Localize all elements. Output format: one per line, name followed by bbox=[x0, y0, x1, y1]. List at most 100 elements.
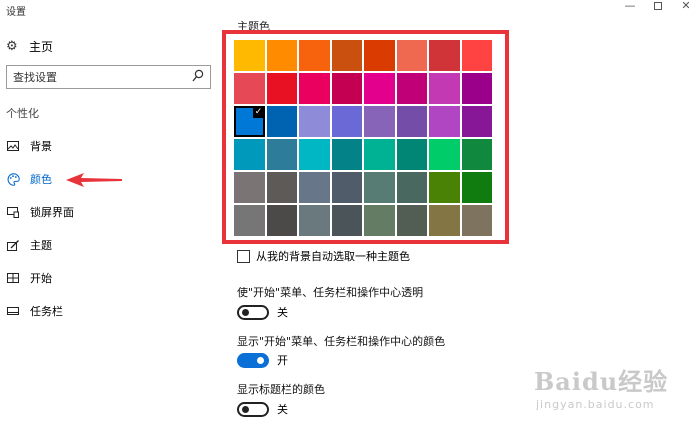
watermark-url: jingyan.baidu.com bbox=[536, 398, 655, 411]
color-swatch[interactable] bbox=[299, 106, 330, 137]
sidebar-item-label: 主题 bbox=[30, 239, 52, 252]
palette-icon bbox=[6, 172, 20, 186]
sidebar-item-background[interactable]: 背景 bbox=[6, 137, 52, 155]
sidebar-home[interactable]: ⚙ 主页 bbox=[6, 37, 53, 55]
sidebar-home-label: 主页 bbox=[29, 39, 54, 54]
color-swatch[interactable] bbox=[266, 139, 297, 170]
color-swatch[interactable] bbox=[266, 106, 297, 137]
color-swatch[interactable] bbox=[429, 205, 460, 236]
color-swatch[interactable] bbox=[331, 73, 362, 104]
color-swatch[interactable] bbox=[234, 73, 265, 104]
sidebar-item-label: 锁屏界面 bbox=[30, 206, 74, 219]
section-label-personalization: 个性化 bbox=[6, 107, 39, 120]
color-swatch[interactable] bbox=[461, 73, 492, 104]
color-swatch[interactable] bbox=[429, 40, 460, 71]
picture-icon bbox=[6, 140, 20, 152]
color-swatch[interactable] bbox=[234, 139, 265, 170]
theme-brush-icon bbox=[6, 239, 20, 251]
color-swatch[interactable] bbox=[299, 40, 330, 71]
color-swatch[interactable] bbox=[364, 205, 395, 236]
color-swatch[interactable] bbox=[299, 139, 330, 170]
title-bar-color-toggle[interactable] bbox=[237, 401, 269, 417]
toggle-knob bbox=[257, 356, 264, 364]
color-swatch[interactable] bbox=[331, 139, 362, 170]
color-swatch[interactable] bbox=[234, 172, 265, 203]
toggle-state-label: 开 bbox=[277, 354, 288, 367]
color-swatch[interactable] bbox=[461, 106, 492, 137]
color-swatch[interactable] bbox=[429, 73, 460, 104]
color-swatch[interactable] bbox=[461, 172, 492, 203]
auto-pick-label: 从我的背景自动选取一种主题色 bbox=[256, 250, 410, 263]
maximize-icon bbox=[654, 2, 662, 10]
color-swatch[interactable] bbox=[299, 73, 330, 104]
color-swatch[interactable] bbox=[266, 73, 297, 104]
sidebar-item-taskbar[interactable]: 任务栏 bbox=[6, 302, 63, 320]
transparency-toggle[interactable] bbox=[237, 304, 269, 320]
show-color-start-setting: 开 bbox=[237, 352, 288, 368]
red-arrow-annotation bbox=[66, 173, 122, 187]
color-swatch[interactable] bbox=[364, 40, 395, 71]
color-swatch[interactable] bbox=[331, 106, 362, 137]
color-swatch[interactable]: ✓ bbox=[234, 106, 265, 137]
baidu-watermark: Baidu经验 jingyan.baidu.com bbox=[534, 362, 684, 424]
show-color-start-toggle[interactable] bbox=[237, 352, 269, 368]
taskbar-icon bbox=[6, 305, 20, 317]
color-swatch[interactable] bbox=[429, 106, 460, 137]
sidebar-item-lock-screen[interactable]: 锁屏界面 bbox=[6, 203, 74, 221]
color-swatch[interactable] bbox=[234, 40, 265, 71]
color-swatch[interactable] bbox=[429, 139, 460, 170]
checkmark-icon: ✓ bbox=[252, 106, 265, 118]
close-button[interactable]: ✕ bbox=[676, 0, 696, 14]
color-swatch[interactable] bbox=[364, 139, 395, 170]
color-swatch[interactable] bbox=[299, 172, 330, 203]
color-swatch[interactable] bbox=[396, 73, 427, 104]
maximize-button[interactable] bbox=[648, 0, 668, 14]
transparency-label: 使"开始"菜单、任务栏和操作中心透明 bbox=[237, 286, 424, 299]
transparency-setting: 关 bbox=[237, 304, 288, 320]
color-swatch[interactable] bbox=[396, 172, 427, 203]
sidebar-item-themes[interactable]: 主题 bbox=[6, 236, 52, 254]
color-swatch[interactable] bbox=[461, 40, 492, 71]
color-swatch[interactable] bbox=[266, 40, 297, 71]
accent-color-grid: ✓ bbox=[234, 40, 492, 236]
color-swatch[interactable] bbox=[299, 205, 330, 236]
color-swatch[interactable] bbox=[461, 205, 492, 236]
search-icon[interactable] bbox=[192, 69, 204, 83]
auto-pick-accent[interactable]: 从我的背景自动选取一种主题色 bbox=[237, 248, 410, 264]
color-swatch[interactable] bbox=[396, 40, 427, 71]
color-swatch[interactable] bbox=[429, 172, 460, 203]
color-swatch[interactable] bbox=[234, 205, 265, 236]
watermark-brand: Baidu经验 bbox=[534, 367, 669, 396]
toggle-state-label: 关 bbox=[277, 306, 288, 319]
color-swatch[interactable] bbox=[461, 139, 492, 170]
search-input[interactable] bbox=[7, 66, 187, 89]
lock-screen-icon bbox=[6, 206, 20, 218]
minimize-button[interactable]: — bbox=[620, 0, 640, 14]
color-swatch[interactable] bbox=[396, 139, 427, 170]
start-grid-icon bbox=[6, 272, 20, 284]
show-color-start-label: 显示"开始"菜单、任务栏和操作中心的颜色 bbox=[237, 335, 446, 348]
title-bar-color-label: 显示标题栏的颜色 bbox=[237, 383, 325, 396]
sidebar-item-label: 任务栏 bbox=[30, 305, 63, 318]
color-swatch[interactable] bbox=[396, 106, 427, 137]
sidebar-item-label: 颜色 bbox=[30, 173, 52, 186]
sidebar-item-label: 背景 bbox=[30, 140, 52, 153]
color-swatch[interactable] bbox=[364, 106, 395, 137]
color-swatch[interactable] bbox=[331, 40, 362, 71]
color-swatch[interactable] bbox=[396, 205, 427, 236]
auto-pick-checkbox[interactable] bbox=[237, 249, 250, 263]
title-bar-color-setting: 关 bbox=[237, 401, 288, 417]
color-swatch[interactable] bbox=[266, 205, 297, 236]
search-box[interactable] bbox=[6, 65, 211, 89]
color-swatch[interactable] bbox=[331, 205, 362, 236]
window-title: 设置 bbox=[6, 7, 26, 18]
sidebar-item-start[interactable]: 开始 bbox=[6, 269, 52, 287]
color-swatch[interactable] bbox=[331, 172, 362, 203]
color-swatch[interactable] bbox=[266, 172, 297, 203]
sidebar-item-label: 开始 bbox=[30, 272, 52, 285]
color-swatch[interactable] bbox=[364, 73, 395, 104]
color-swatch[interactable] bbox=[364, 172, 395, 203]
toggle-state-label: 关 bbox=[277, 403, 288, 416]
toggle-knob bbox=[242, 405, 249, 413]
sidebar-item-colors[interactable]: 颜色 bbox=[6, 170, 52, 188]
